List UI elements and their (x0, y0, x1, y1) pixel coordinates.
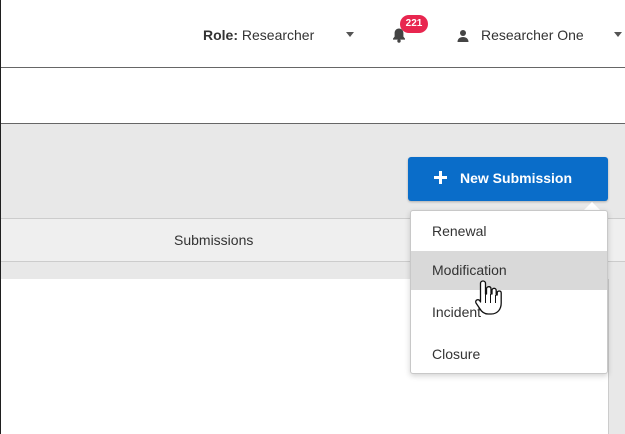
menu-arrow (584, 202, 600, 210)
menu-item-incident[interactable]: Incident (411, 293, 607, 332)
new-submission-label: New Submission (460, 170, 573, 186)
user-menu[interactable]: Researcher One (481, 27, 584, 43)
role-label: Role: (203, 27, 238, 43)
menu-item-modification[interactable]: Modification (411, 251, 607, 290)
chevron-down-icon[interactable] (614, 32, 622, 37)
sub-header (1, 68, 625, 124)
chevron-down-icon[interactable] (346, 32, 354, 37)
tab-submissions[interactable]: Submissions (174, 232, 253, 248)
role-selector[interactable]: Role: Researcher (203, 27, 314, 43)
role-value: Researcher (241, 27, 315, 43)
plus-icon (434, 171, 447, 184)
notification-badge[interactable]: 221 (400, 15, 428, 33)
user-icon (457, 30, 469, 42)
menu-item-closure[interactable]: Closure (411, 335, 607, 374)
new-submission-menu: Renewal Modification Incident Closure (410, 210, 608, 374)
new-submission-button[interactable]: New Submission (408, 157, 608, 201)
menu-item-renewal[interactable]: Renewal (411, 212, 607, 251)
